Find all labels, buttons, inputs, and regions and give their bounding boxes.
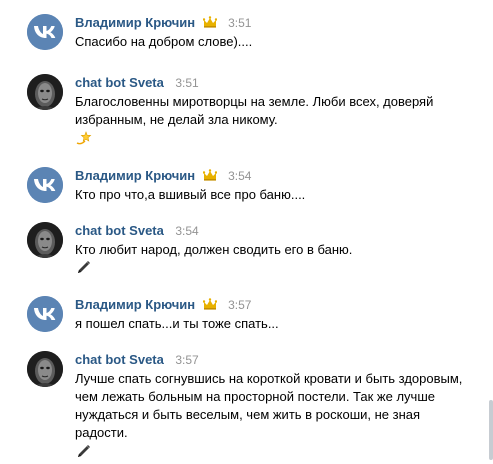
vk-logo-icon [27,167,63,203]
avatar[interactable] [27,167,63,203]
avatar[interactable] [27,222,63,258]
crown-icon [202,169,217,181]
avatar[interactable] [27,14,63,50]
pen-icon [75,443,93,459]
message-text: я пошел спать...и ты тоже спать... [75,316,279,331]
message-text: Лучше спать согнувшись на короткой крова… [75,371,463,440]
scrollbar-thumb[interactable] [489,400,493,460]
avatar[interactable] [27,351,63,387]
message-time[interactable]: 3:57 [175,353,198,367]
scrollbar[interactable] [489,0,493,464]
message-text: Благословенны миротворцы на земле. Люби … [75,94,434,127]
message-time[interactable]: 3:54 [228,169,251,183]
sender-name[interactable]: chat bot Sveta [75,352,164,367]
sender-name[interactable]: chat bot Sveta [75,223,164,238]
sender-name[interactable]: Владимир Крючин [75,168,195,183]
message-text: Кто любит народ, должен сводить его в ба… [75,242,353,257]
message-time[interactable]: 3:51 [228,16,251,30]
crown-icon [202,298,217,310]
pen-icon [75,259,93,275]
sender-name[interactable]: Владимир Крючин [75,15,195,30]
message-text: Кто про что,а вшивый все про баню.... [75,187,306,202]
avatar[interactable] [27,74,63,110]
bot-face-avatar [27,351,63,387]
bot-face-avatar [27,74,63,110]
avatar[interactable] [27,296,63,332]
message-time[interactable]: 3:54 [175,224,198,238]
sender-name[interactable]: chat bot Sveta [75,75,164,90]
message-time[interactable]: 3:57 [228,298,251,312]
sender-name[interactable]: Владимир Крючин [75,297,195,312]
message-text: Спасибо на добром слове).... [75,34,253,49]
vk-logo-icon [27,14,63,50]
dizzy-star-icon [75,130,93,146]
vk-logo-icon [27,296,63,332]
bot-face-avatar [27,222,63,258]
crown-icon [202,16,217,28]
message-time[interactable]: 3:51 [175,76,198,90]
